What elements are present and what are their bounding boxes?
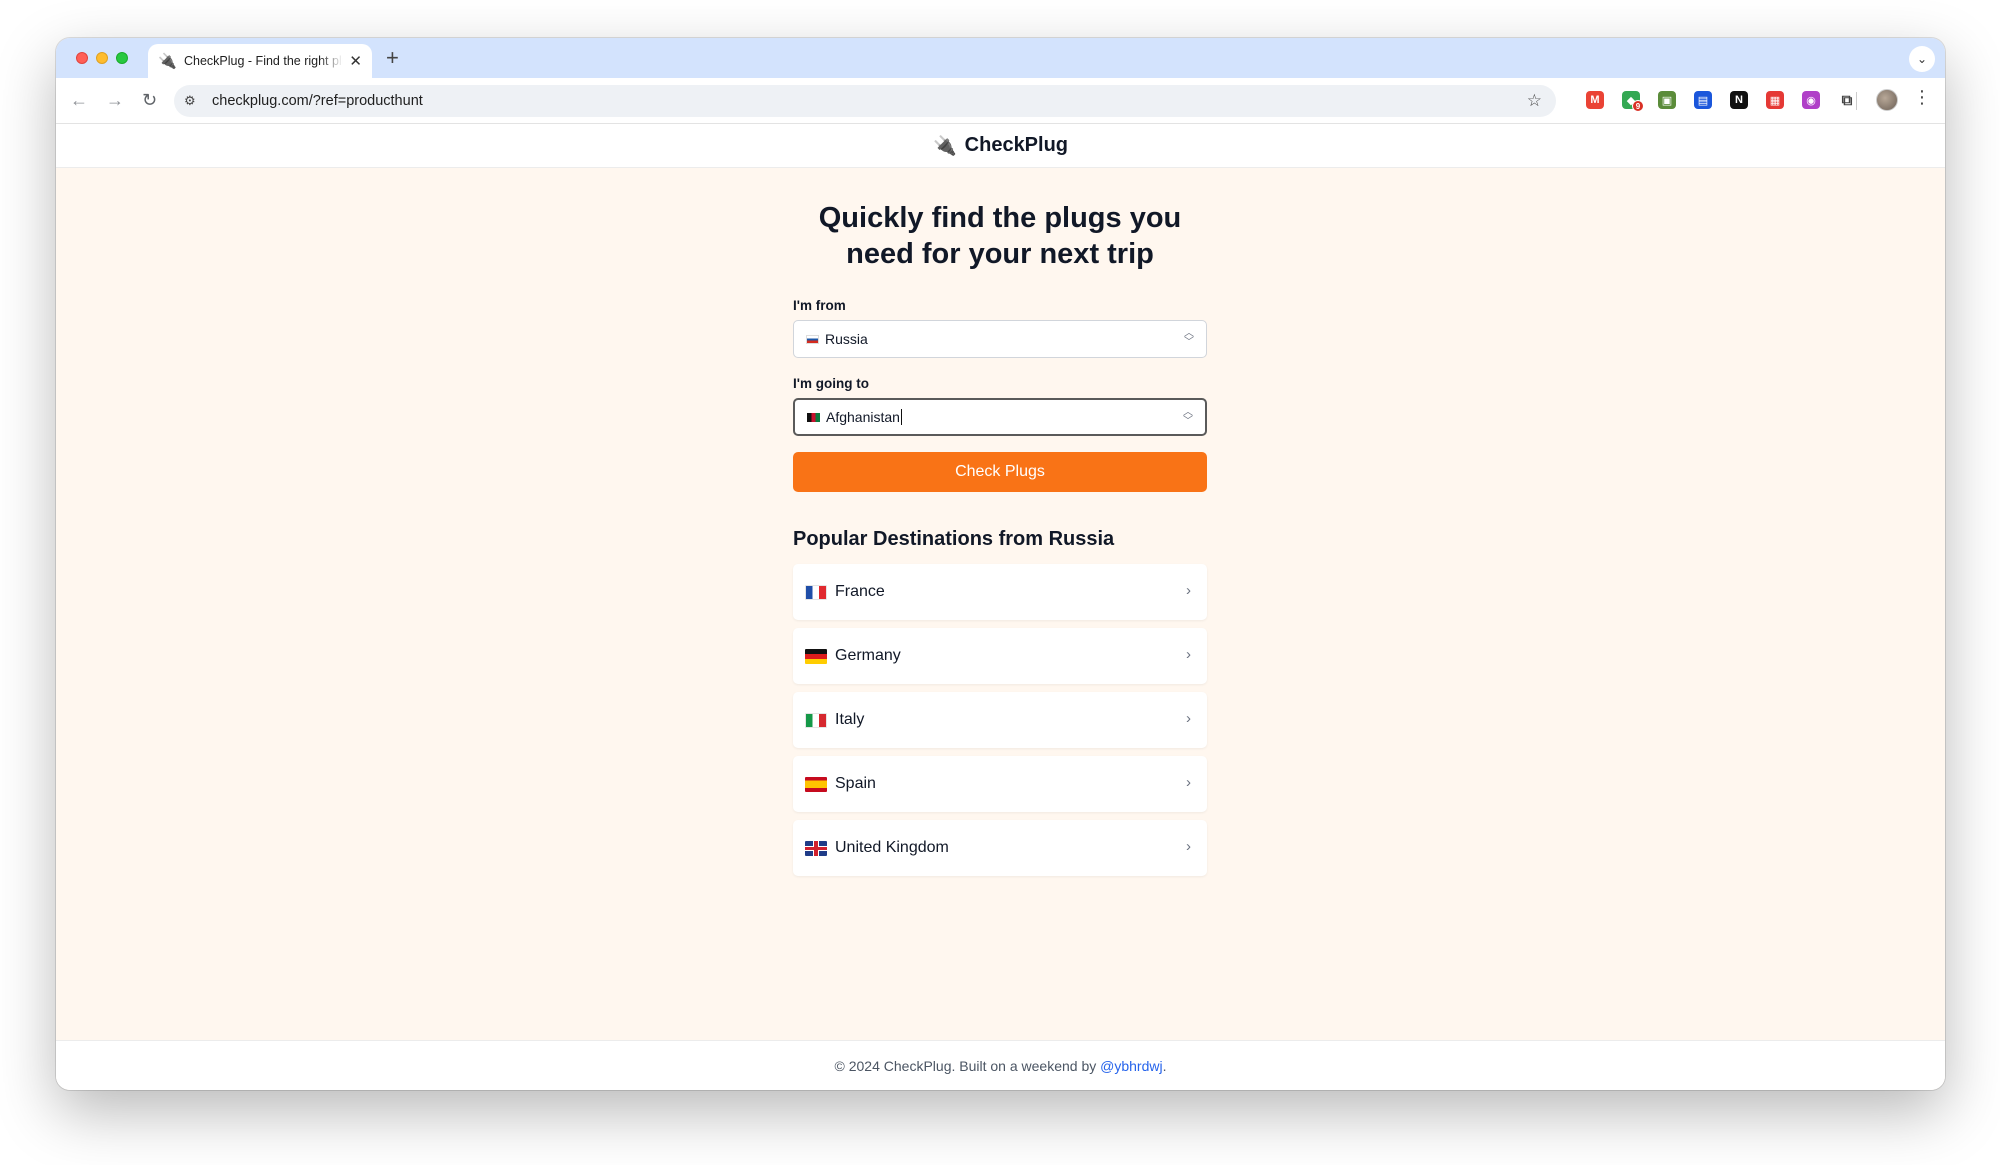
up-down-chevron-icon: ︿ ﹀ bbox=[1183, 407, 1193, 427]
page-headline: Quickly find the plugs you need for your… bbox=[818, 202, 1182, 270]
bookmark-star-icon[interactable]: ☆ bbox=[1527, 91, 1542, 111]
site-settings-icon[interactable]: ⚙ bbox=[184, 93, 206, 109]
plug-logo-icon: 🔌 bbox=[932, 135, 957, 157]
up-down-chevron-icon: ︿ ﹀ bbox=[1184, 328, 1194, 348]
destination-item-united-kingdom[interactable]: United Kingdom › bbox=[793, 820, 1207, 876]
to-country-value: Afghanistan bbox=[826, 409, 900, 425]
spain-flag-icon bbox=[805, 776, 827, 792]
destination-item-spain[interactable]: Spain › bbox=[793, 756, 1207, 812]
destination-name: Italy bbox=[835, 711, 865, 728]
plug-favicon-icon: 🔌 bbox=[158, 53, 177, 70]
new-tab-icon[interactable]: + bbox=[386, 46, 399, 70]
popular-destinations-title: Popular Destinations from Russia bbox=[793, 528, 1115, 550]
uk-flag-icon bbox=[805, 840, 827, 856]
notion-extension-icon[interactable]: N bbox=[1730, 91, 1748, 109]
back-arrow-icon[interactable]: ← bbox=[70, 88, 88, 112]
destination-name: United Kingdom bbox=[835, 839, 949, 856]
footer-suffix: . bbox=[1162, 1057, 1167, 1074]
photo-extension-icon[interactable]: ▣ bbox=[1658, 91, 1676, 109]
blue-extension-icon[interactable]: ▤ bbox=[1694, 91, 1712, 109]
tab-search-icon[interactable]: ⌄ bbox=[1909, 46, 1935, 72]
site-footer: © 2024 CheckPlug. Built on a weekend by … bbox=[56, 1040, 1945, 1090]
main-panel: Quickly find the plugs you need for your… bbox=[793, 168, 1207, 884]
destination-name: Spain bbox=[835, 775, 876, 792]
extension-badge: 9 bbox=[1632, 100, 1644, 112]
tab-strip: 🔌 CheckPlug - Find the right plugs ✕ + ⌄ bbox=[56, 38, 1945, 78]
purple-extension-icon[interactable]: ◉ bbox=[1802, 91, 1820, 109]
destination-item-italy[interactable]: Italy › bbox=[793, 692, 1207, 748]
text-caret bbox=[900, 409, 902, 425]
green-extension-icon[interactable]: ◆ 9 bbox=[1622, 91, 1644, 112]
from-label: I'm from bbox=[793, 298, 846, 313]
page-content: 🔌 CheckPlug Quickly find the plugs you n… bbox=[56, 124, 1945, 1090]
check-plugs-button[interactable]: Check Plugs bbox=[793, 452, 1207, 492]
toolbar-divider bbox=[1856, 92, 1857, 110]
browser-tab[interactable]: 🔌 CheckPlug - Find the right plugs ✕ bbox=[148, 44, 372, 78]
forward-arrow-icon[interactable]: → bbox=[106, 88, 124, 112]
chevron-right-icon: › bbox=[1186, 582, 1191, 599]
chevron-right-icon: › bbox=[1186, 646, 1191, 663]
from-country-value: Russia bbox=[825, 331, 868, 347]
profile-avatar[interactable] bbox=[1876, 89, 1898, 111]
russia-flag-icon bbox=[806, 334, 819, 344]
afghanistan-flag-icon bbox=[807, 412, 820, 422]
red-extension-icon[interactable]: ▦ bbox=[1766, 91, 1784, 109]
maximize-window-button[interactable] bbox=[116, 52, 128, 64]
minimize-window-button[interactable] bbox=[96, 52, 108, 64]
germany-flag-icon bbox=[805, 648, 827, 664]
destination-item-france[interactable]: France › bbox=[793, 564, 1207, 620]
kebab-menu-icon[interactable]: ⋮ bbox=[1913, 87, 1931, 108]
from-country-select[interactable]: Russia ︿ ﹀ bbox=[793, 320, 1207, 358]
footer-text: © 2024 CheckPlug. Built on a weekend by bbox=[834, 1057, 1097, 1074]
close-window-button[interactable] bbox=[76, 52, 88, 64]
browser-window: 🔌 CheckPlug - Find the right plugs ✕ + ⌄… bbox=[56, 38, 1945, 1090]
destination-list: France › Germany › Italy › Spain › Unite… bbox=[793, 564, 1207, 876]
italy-flag-icon bbox=[805, 712, 827, 728]
url-text[interactable]: checkplug.com/?ref=producthunt bbox=[212, 93, 423, 109]
tab-title: CheckPlug - Find the right plugs bbox=[184, 54, 343, 68]
to-country-select[interactable]: Afghanistan ︿ ﹀ bbox=[793, 398, 1207, 436]
browser-toolbar: ← → ↻ ⚙ checkplug.com/?ref=producthunt ☆… bbox=[56, 78, 1945, 124]
address-bar[interactable]: ⚙ checkplug.com/?ref=producthunt ☆ bbox=[174, 85, 1556, 117]
reload-icon[interactable]: ↻ bbox=[142, 88, 157, 112]
site-header: 🔌 CheckPlug bbox=[56, 124, 1945, 168]
gmail-extension-icon[interactable]: M bbox=[1586, 91, 1604, 109]
chevron-right-icon: › bbox=[1186, 774, 1191, 791]
author-link[interactable]: @ybhrdwj bbox=[1100, 1058, 1162, 1074]
site-logo-text[interactable]: CheckPlug bbox=[965, 134, 1068, 157]
destination-name: Germany bbox=[835, 647, 901, 664]
destination-item-germany[interactable]: Germany › bbox=[793, 628, 1207, 684]
extensions-puzzle-icon[interactable]: ⧉ bbox=[1838, 91, 1856, 109]
chevron-right-icon: › bbox=[1186, 710, 1191, 727]
close-tab-icon[interactable]: ✕ bbox=[349, 52, 362, 70]
destination-name: France bbox=[835, 583, 885, 600]
chevron-right-icon: › bbox=[1186, 838, 1191, 855]
france-flag-icon bbox=[805, 584, 827, 600]
to-label: I'm going to bbox=[793, 376, 869, 391]
